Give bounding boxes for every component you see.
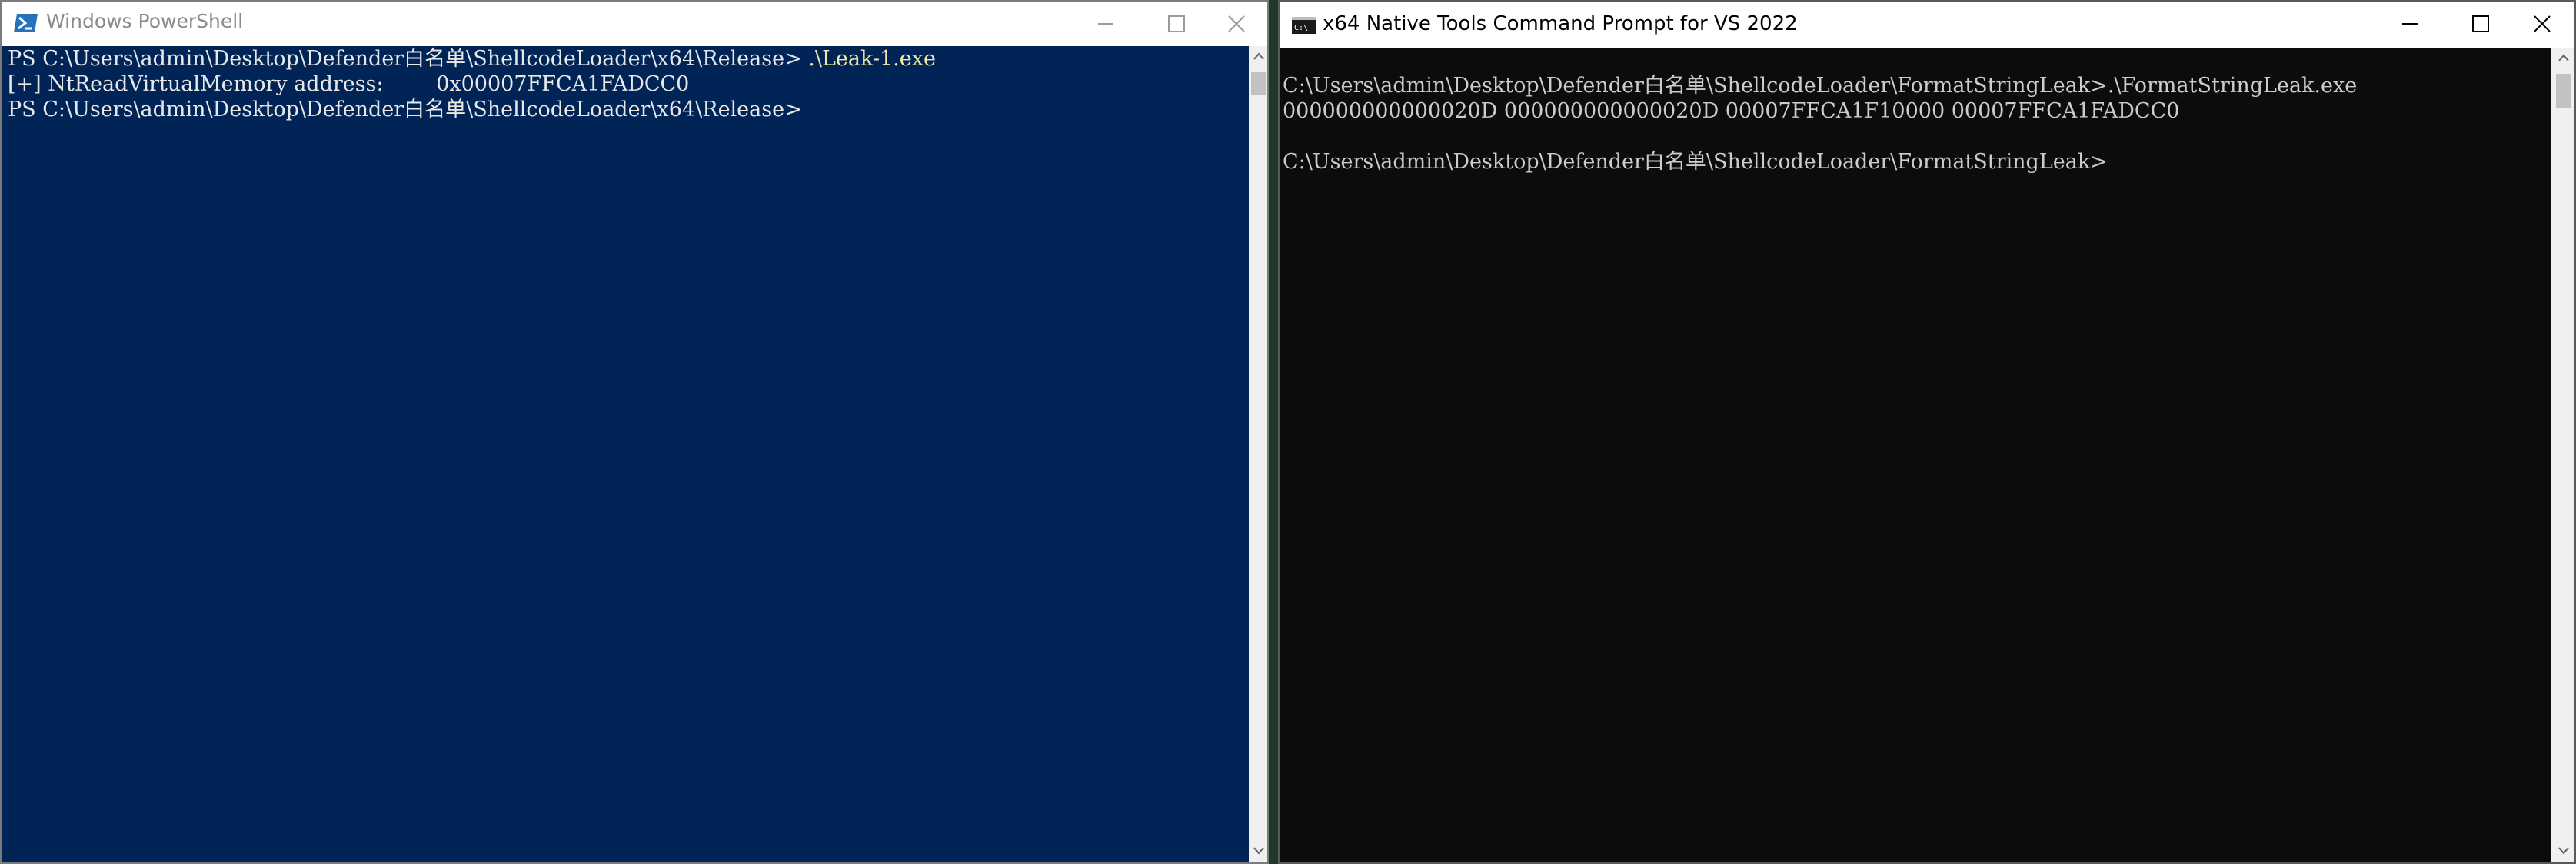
- maximize-button[interactable]: [1141, 2, 1212, 46]
- window-title: Windows PowerShell: [46, 10, 244, 32]
- minimize-icon: [1098, 23, 1113, 25]
- console-line: 000000000000020D 000000000000020D 00007F…: [1283, 99, 2180, 123]
- minimize-button[interactable]: [2375, 2, 2445, 46]
- cmd-titlebar[interactable]: C:\ x64 Native Tools Command Prompt for …: [1280, 2, 2574, 48]
- cmd-window[interactable]: C:\ x64 Native Tools Command Prompt for …: [1278, 0, 2576, 864]
- scroll-up-icon[interactable]: [1253, 52, 1264, 60]
- scrollbar-thumb[interactable]: [2556, 74, 2571, 108]
- desktop: Windows PowerShell PS C:\Users\admin\Des…: [0, 0, 2576, 864]
- console-prompt: PS C:\Users\admin\Desktop\Defender白名单\Sh…: [8, 98, 809, 121]
- svg-text:C:\: C:\: [1294, 24, 1308, 32]
- minimize-button[interactable]: [1070, 2, 1141, 46]
- powershell-console[interactable]: PS C:\Users\admin\Desktop\Defender白名单\Sh…: [2, 46, 1249, 862]
- scroll-down-icon[interactable]: [2558, 847, 2569, 855]
- minimize-icon: [2402, 23, 2418, 25]
- close-button[interactable]: [1206, 2, 1267, 46]
- scroll-up-icon[interactable]: [2558, 54, 2569, 61]
- console-prompt: PS C:\Users\admin\Desktop\Defender白名单\Sh…: [8, 47, 809, 71]
- vertical-scrollbar[interactable]: [2551, 48, 2574, 862]
- maximize-button[interactable]: [2445, 2, 2516, 46]
- console-line: C:\Users\admin\Desktop\Defender白名单\Shell…: [1283, 150, 2108, 174]
- powershell-window[interactable]: Windows PowerShell PS C:\Users\admin\Des…: [0, 0, 1269, 864]
- console-line: PS C:\Users\admin\Desktop\Defender白名单\Sh…: [8, 46, 936, 71]
- cmd-icon: C:\: [1292, 17, 1316, 34]
- close-icon: [1228, 15, 1245, 32]
- powershell-icon: [14, 14, 38, 32]
- close-icon: [2534, 15, 2551, 32]
- window-title: x64 Native Tools Command Prompt for VS 2…: [1323, 12, 1798, 35]
- cmd-console[interactable]: C:\Users\admin\Desktop\Defender白名单\Shell…: [1280, 48, 2551, 862]
- maximize-icon: [1168, 15, 1185, 32]
- vertical-scrollbar[interactable]: [1249, 46, 1267, 862]
- console-line: [+] NtReadVirtualMemory address: 0x00007…: [8, 72, 690, 96]
- console-command: .\Leak-1.exe: [808, 47, 936, 71]
- powershell-titlebar[interactable]: Windows PowerShell: [2, 2, 1267, 46]
- console-line: PS C:\Users\admin\Desktop\Defender白名单\Sh…: [8, 97, 808, 122]
- console-line: C:\Users\admin\Desktop\Defender白名单\Shell…: [1283, 74, 2358, 98]
- scrollbar-thumb[interactable]: [1251, 72, 1266, 95]
- maximize-icon: [2472, 15, 2489, 32]
- scroll-down-icon[interactable]: [1253, 847, 1264, 855]
- close-button[interactable]: [2510, 2, 2574, 46]
